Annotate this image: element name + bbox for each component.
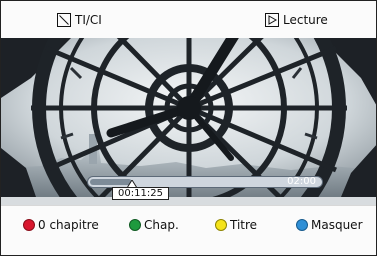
red-dot-icon xyxy=(23,219,35,231)
skip-label: TI/CI xyxy=(75,13,102,27)
play-label: Lecture xyxy=(283,13,328,27)
bottom-bar: 0 chapitre Chap. Titre Masquer xyxy=(1,205,376,255)
total-time: 02:00 xyxy=(287,176,316,187)
chapter-label: Chap. xyxy=(144,218,179,232)
current-time: 00:11:25 xyxy=(112,187,169,200)
video-frame xyxy=(1,38,376,197)
skip-chapter-button[interactable]: TI/CI xyxy=(57,13,102,27)
play-button[interactable]: Lecture xyxy=(265,13,328,27)
top-bar: TI/CI Lecture xyxy=(1,1,376,39)
hide-label: Masquer xyxy=(311,218,363,232)
chapter-button[interactable]: Chap. xyxy=(129,218,179,232)
chapter-zero-button[interactable]: 0 chapitre xyxy=(23,218,99,232)
blue-dot-icon xyxy=(296,219,308,231)
yellow-dot-icon xyxy=(215,219,227,231)
progress-fill xyxy=(90,179,132,185)
hide-button[interactable]: Masquer xyxy=(296,218,363,232)
skip-icon xyxy=(57,13,71,27)
green-dot-icon xyxy=(129,219,141,231)
clock-image xyxy=(1,38,376,197)
dvd-screen: TI/CI Lecture 02:00 00:11:25 0 chapitre … xyxy=(0,0,377,256)
title-button[interactable]: Titre xyxy=(215,218,257,232)
title-label: Titre xyxy=(230,218,258,232)
play-icon xyxy=(265,13,279,27)
chapter-zero-label: 0 chapitre xyxy=(38,218,99,232)
